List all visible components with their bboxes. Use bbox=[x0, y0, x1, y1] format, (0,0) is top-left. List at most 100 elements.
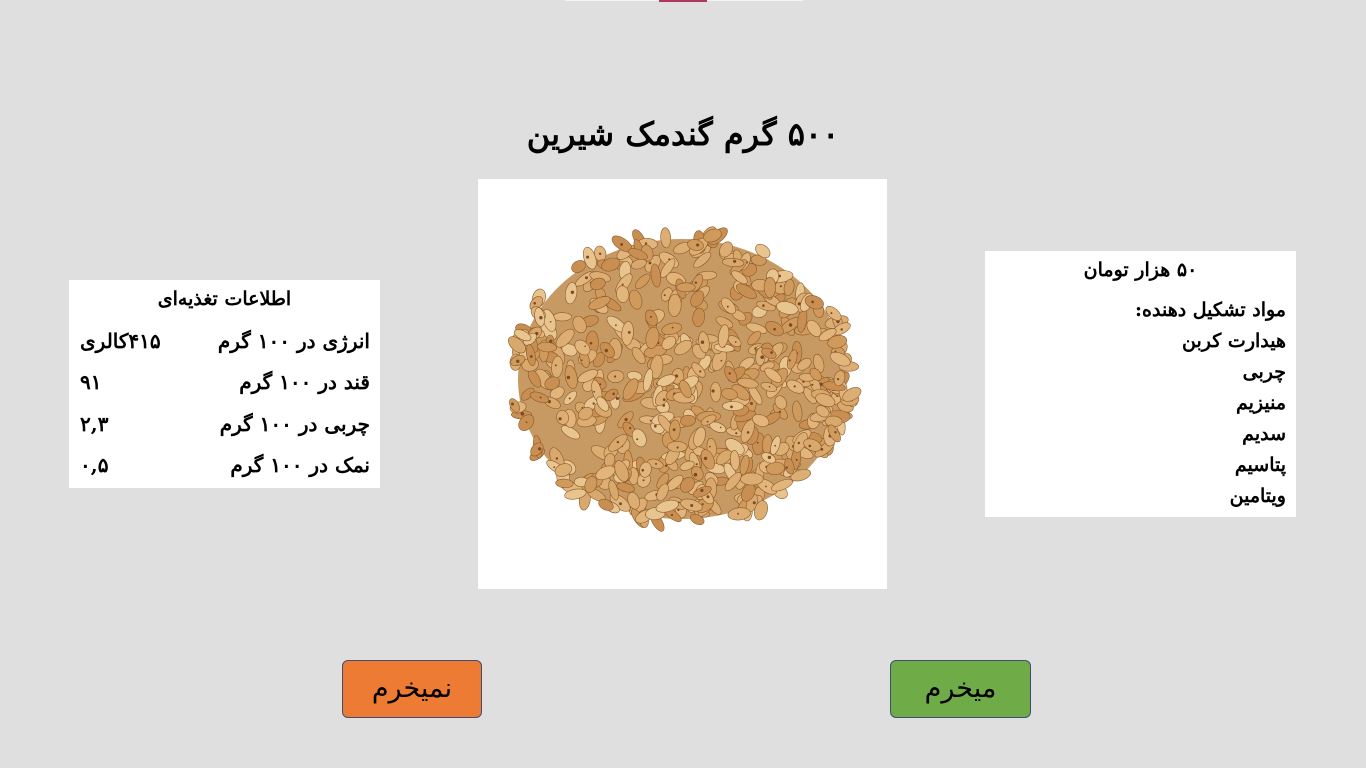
wheat-grain-speck bbox=[737, 512, 739, 515]
ingredients-list: مواد تشکیل دهنده: هیدارت کربن چربی منیزی… bbox=[996, 295, 1286, 512]
wheat-grain-speck bbox=[788, 323, 793, 327]
wheat-grain-speck bbox=[615, 324, 617, 327]
wheat-grain bbox=[552, 312, 573, 322]
wheat-grain-speck bbox=[604, 348, 608, 353]
wheat-grain-speck bbox=[642, 479, 645, 482]
wheat-grain-speck bbox=[649, 419, 652, 422]
wheat-grain-speck bbox=[636, 438, 639, 441]
wheat-grain-speck bbox=[746, 431, 750, 434]
wheat-grain-speck bbox=[620, 243, 623, 246]
wheat-grain-speck bbox=[767, 455, 772, 460]
wheat-grain-speck bbox=[648, 261, 652, 265]
wheat-grain-speck bbox=[554, 364, 557, 367]
wheat-grain-speck bbox=[671, 326, 674, 329]
wheat-grain-speck bbox=[701, 503, 704, 506]
wheat-grain-speck bbox=[650, 315, 652, 318]
wheat-grain-speck bbox=[662, 398, 666, 401]
wheat-grain-speck bbox=[655, 462, 657, 465]
wheat-grain-speck bbox=[719, 426, 722, 429]
wheat-grain-speck bbox=[585, 276, 588, 280]
top-accent-mark bbox=[659, 0, 707, 2]
wheat-grain-speck bbox=[760, 355, 764, 359]
wheat-grain-speck bbox=[773, 327, 776, 331]
wheat-grain-speck bbox=[837, 378, 840, 381]
nutrition-panel: اطلاعات تغذیه‌ای انرژی در ۱۰۰ گرم ۴۱۵کال… bbox=[69, 280, 380, 488]
wheat-grain-speck bbox=[644, 242, 648, 245]
wheat-grain-speck bbox=[699, 370, 702, 373]
wheat-grain-speck bbox=[795, 458, 798, 461]
wheat-grain-speck bbox=[735, 432, 738, 435]
nutrition-row-sugar: قند در ۱۰۰ گرم ۹۱ bbox=[69, 367, 380, 397]
wheat-grain-speck bbox=[706, 495, 710, 499]
nutrition-value: ۲,۳ bbox=[80, 412, 109, 436]
nutrition-value: ۰,۵ bbox=[80, 453, 109, 477]
wheat-grain-speck bbox=[538, 447, 542, 451]
wheat-grain-speck bbox=[720, 359, 723, 362]
wheat-grain-speck bbox=[553, 466, 556, 468]
wheat-grain-speck bbox=[706, 420, 709, 423]
wheat-grain-speck bbox=[690, 504, 694, 507]
puffed-wheat-image bbox=[508, 226, 862, 532]
wheat-grain-speck bbox=[621, 283, 624, 286]
wheat-grain-speck bbox=[619, 502, 622, 506]
wheat-grain bbox=[676, 282, 696, 293]
wheat-grain-speck bbox=[549, 321, 552, 323]
wheat-grain-speck bbox=[558, 417, 562, 421]
wheat-grain-speck bbox=[566, 375, 571, 380]
wheat-grain-speck bbox=[709, 445, 711, 448]
wheat-grain-speck bbox=[797, 441, 800, 445]
wheat-grain-speck bbox=[525, 421, 528, 424]
wheat-grain-speck bbox=[654, 424, 657, 428]
wheat-grain bbox=[722, 401, 745, 412]
ingredient-item: ویتامین bbox=[1229, 485, 1286, 507]
wheat-grain bbox=[763, 276, 776, 298]
ingredient-item: سدیم bbox=[1242, 423, 1286, 445]
nutrition-row-salt: نمک در ۱۰۰ گرم ۰,۵ bbox=[69, 450, 380, 480]
wheat-grain-speck bbox=[539, 396, 542, 399]
wheat-grain-speck bbox=[711, 389, 715, 393]
wheat-grain-speck bbox=[695, 463, 698, 466]
wheat-grain-speck bbox=[555, 457, 559, 460]
wheat-grain-speck bbox=[663, 294, 666, 297]
ingredient-item: پتاسیم bbox=[1234, 454, 1286, 476]
wheat-grain-speck bbox=[670, 513, 674, 517]
wheat-grain-speck bbox=[589, 341, 593, 345]
wheat-grain-speck bbox=[840, 328, 843, 331]
wheat-grain-speck bbox=[774, 444, 776, 447]
wheat-grain-speck bbox=[700, 340, 705, 344]
nutrition-row-fat: چربی در ۱۰۰ گرم ۲,۳ bbox=[69, 409, 380, 439]
wheat-grain-speck bbox=[734, 341, 737, 343]
wheat-grain-speck bbox=[811, 300, 815, 304]
wheat-grain-speck bbox=[570, 290, 575, 294]
wheat-grain-speck bbox=[728, 372, 731, 375]
wheat-grain-speck bbox=[700, 488, 704, 492]
wheat-grain-speck bbox=[615, 396, 619, 400]
ingredient-item: منیزیم bbox=[1235, 392, 1286, 414]
wheat-grain-speck bbox=[627, 331, 631, 334]
wheat-grain-speck bbox=[511, 402, 514, 406]
wheat-grain-speck bbox=[768, 385, 771, 388]
nutrition-row-energy: انرژی در ۱۰۰ گرم ۴۱۵کالری bbox=[69, 326, 380, 356]
wheat-grain-speck bbox=[750, 402, 753, 405]
wheat-grain-speck bbox=[672, 428, 676, 432]
wheat-grain-speck bbox=[592, 402, 595, 405]
wheat-grain-speck bbox=[586, 255, 590, 259]
wheat-grain-speck bbox=[830, 312, 833, 315]
wheat-grain-speck bbox=[793, 385, 796, 388]
ingredient-item: چربی bbox=[1242, 361, 1286, 383]
wheat-grain-speck bbox=[785, 466, 788, 469]
dont-buy-button[interactable]: نمیخرم bbox=[342, 660, 482, 718]
wheat-grain-speck bbox=[533, 302, 536, 305]
wheat-grain-speck bbox=[539, 316, 543, 320]
wheat-grain-speck bbox=[616, 440, 620, 444]
nutrition-label: نمک در ۱۰۰ گرم bbox=[230, 453, 370, 477]
product-title: ۵۰۰ گرم گندمک شیرین bbox=[526, 115, 840, 153]
product-info-panel: ۵۰ هزار تومان مواد تشکیل دهنده: هیدارت ک… bbox=[985, 251, 1296, 517]
wheat-grain-speck bbox=[808, 444, 812, 448]
wheat-grain-speck bbox=[581, 359, 583, 361]
buy-button[interactable]: میخرم bbox=[890, 660, 1031, 718]
product-image bbox=[478, 179, 887, 589]
wheat-grain-speck bbox=[703, 456, 708, 461]
nutrition-heading: اطلاعات تغذیه‌ای bbox=[157, 288, 292, 310]
wheat-grain-speck bbox=[726, 305, 729, 308]
